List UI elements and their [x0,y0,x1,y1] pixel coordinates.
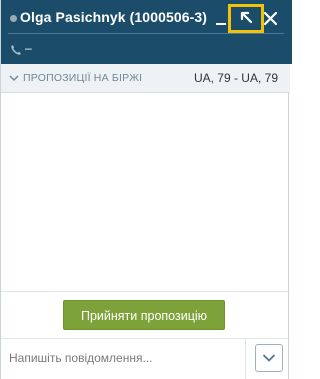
route-label: UA, 79 - UA, 79 [193,71,278,85]
header-divider [8,33,284,34]
phone-icon [11,45,21,55]
minimize-button[interactable] [214,9,228,27]
options-dropdown-button[interactable] [255,344,283,372]
message-input[interactable] [1,339,245,377]
offers-label: ПРОПОЗИЦІЇ НА БІРЖІ [23,72,143,84]
accept-offer-button[interactable]: Прийняти пропозицію [63,300,225,330]
close-button[interactable] [263,9,279,27]
phone-number: – [25,41,32,55]
status-dot-icon [10,15,17,22]
expand-button[interactable] [228,4,264,33]
divider [1,291,290,292]
input-separator [245,339,246,379]
chevron-down-icon [9,75,19,82]
message-list [1,93,290,291]
chat-header: Olga Pasichnyk (1000506-3) – [1,0,292,64]
chevron-down-icon [262,354,276,362]
contact-name: Olga Pasichnyk (1000506-3) [20,9,208,25]
expand-arrow-icon [240,11,253,24]
close-icon [263,11,278,26]
offers-bar[interactable]: ПРОПОЗИЦІЇ НА БІРЖІ UA, 79 - UA, 79 [1,64,290,93]
chat-panel: Olga Pasichnyk (1000506-3) – ПРОПОЗИЦІЇ … [0,0,292,379]
